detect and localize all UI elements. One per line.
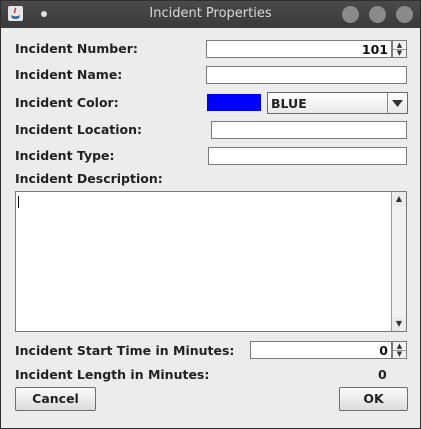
incident-properties-dialog: Incident Properties Incident Number: 101… — [0, 0, 421, 429]
incident-number-spinner[interactable]: ▲ ▼ — [392, 40, 407, 58]
spinner-down-icon[interactable]: ▼ — [393, 350, 406, 358]
spinner-down-icon[interactable]: ▼ — [393, 49, 406, 57]
incident-type-field[interactable] — [208, 147, 407, 165]
incident-name-label: Incident Name: — [15, 67, 123, 82]
incident-number-label: Incident Number: — [15, 41, 138, 56]
incident-description-label: Incident Description: — [15, 171, 163, 186]
incident-start-time-spinner[interactable]: ▲ ▼ — [392, 341, 407, 359]
incident-start-time-label: Incident Start Time in Minutes: — [15, 343, 235, 358]
incident-number-value: 101 — [361, 42, 388, 57]
maximize-button[interactable] — [369, 6, 386, 23]
close-button[interactable] — [396, 6, 413, 23]
dropdown-arrow-icon[interactable] — [387, 93, 407, 113]
incident-color-label: Incident Color: — [15, 95, 119, 110]
incident-start-time-field[interactable]: 0 — [250, 341, 392, 359]
title-bar: Incident Properties — [1, 1, 420, 28]
color-select[interactable]: BLUE — [267, 92, 408, 114]
incident-length-label: Incident Length in Minutes: — [15, 367, 210, 382]
incident-start-time-value: 0 — [379, 343, 388, 358]
text-caret — [18, 196, 19, 208]
scroll-down-icon[interactable]: ▼ — [392, 317, 406, 331]
description-scrollbar[interactable]: ▲ ▼ — [391, 192, 406, 331]
incident-description-textarea[interactable]: ▲ ▼ — [15, 191, 407, 332]
incident-location-label: Incident Location: — [15, 122, 143, 137]
color-swatch[interactable] — [207, 94, 261, 111]
cancel-button[interactable]: Cancel — [15, 387, 96, 411]
incident-location-field[interactable] — [211, 121, 407, 139]
color-select-value: BLUE — [271, 96, 307, 111]
incident-name-field[interactable] — [206, 66, 407, 84]
scroll-up-icon[interactable]: ▲ — [392, 192, 406, 206]
ok-button[interactable]: OK — [339, 387, 408, 411]
minimize-button[interactable] — [342, 6, 359, 23]
incident-length-value: 0 — [378, 367, 387, 382]
incident-number-field[interactable]: 101 — [206, 40, 392, 58]
incident-type-label: Incident Type: — [15, 148, 115, 163]
